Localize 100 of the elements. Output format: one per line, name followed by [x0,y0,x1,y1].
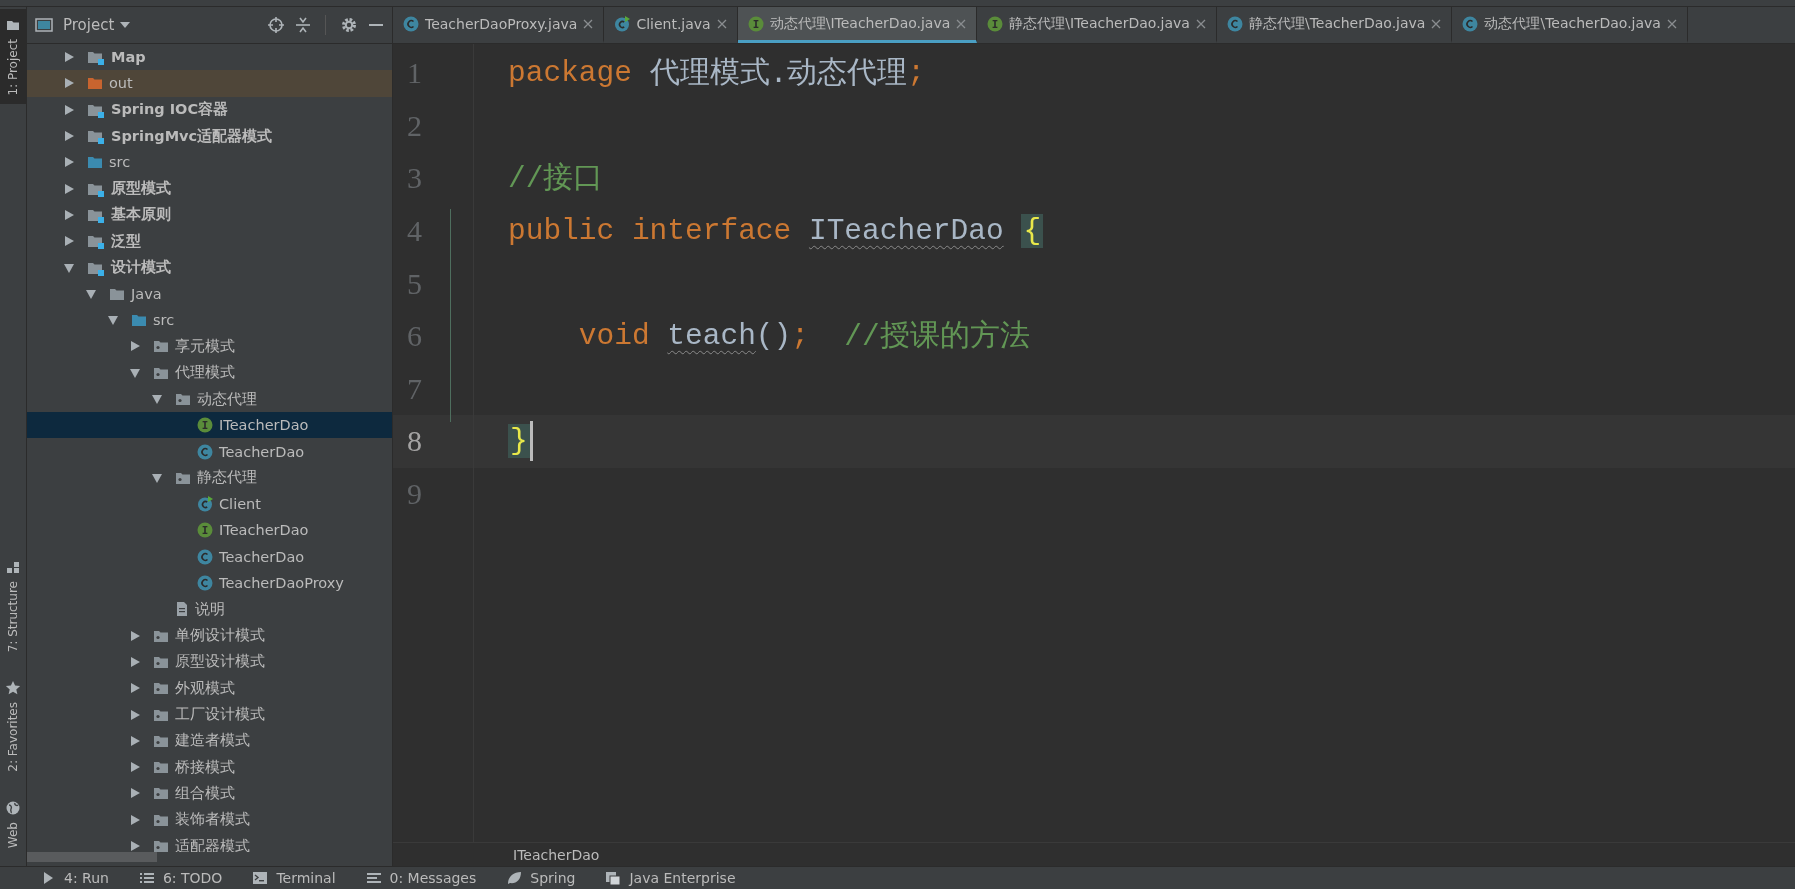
interface-icon [747,15,764,32]
tree-item-label: 外观模式 [175,678,235,698]
editor-tab[interactable]: 动态代理\TeacherDao.java [1452,7,1688,43]
tree-item[interactable]: 建造者模式 [27,727,392,754]
editor-tab[interactable]: TeacherDaoProxy.java [393,7,605,43]
tree-item[interactable]: src [27,306,392,334]
editor-tab[interactable]: Client.java [604,7,738,43]
collapsed-arrow-icon[interactable] [129,629,141,642]
runnable-class-icon [197,496,213,513]
tree-item[interactable]: Spring IOC容器 [27,96,392,123]
horizontal-scrollbar[interactable] [27,852,157,862]
code-brace: { [1021,214,1044,249]
tree-item[interactable]: 基本原则 [27,201,392,229]
tool-window-button[interactable]: Spring [506,870,576,886]
panel-icon [35,17,53,33]
tree-item[interactable]: 工厂设计模式 [27,701,392,728]
expanded-arrow-icon[interactable] [151,393,163,405]
close-icon[interactable] [1431,18,1442,29]
tree-item[interactable]: 泛型 [27,228,392,255]
tree-item[interactable]: SpringMvc适配器模式 [27,122,392,150]
settings-icon[interactable] [340,16,358,34]
tree-item[interactable]: 享元模式 [27,333,392,360]
collapsed-arrow-icon[interactable] [63,130,75,143]
tool-window-tab[interactable]: 1: Project [0,9,26,104]
tree-item[interactable]: 动态代理 [27,385,392,413]
tree-item[interactable]: TeacherDao [27,438,392,465]
tree-item[interactable]: Java [27,280,392,307]
tree-item[interactable]: 适配器模式 [27,832,392,852]
collapsed-arrow-icon[interactable] [129,787,141,800]
collapsed-arrow-icon[interactable] [63,51,75,64]
expanded-arrow-icon[interactable] [63,261,75,274]
tool-window-button[interactable]: 4: Run [40,870,109,886]
expanded-arrow-icon[interactable] [151,471,163,484]
close-icon[interactable] [583,18,594,29]
editor-tab[interactable]: 静态代理\ITeacherDao.java [977,7,1217,43]
close-icon[interactable] [716,18,727,29]
collapsed-arrow-icon[interactable] [63,103,75,116]
tree-item-label: 设计模式 [111,258,171,277]
collapsed-arrow-icon[interactable] [129,840,141,852]
collapsed-arrow-icon[interactable] [129,813,141,826]
collapsed-arrow-icon[interactable] [129,761,141,774]
collapsed-arrow-icon[interactable] [129,734,141,747]
tool-window-button[interactable]: 6: TODO [138,870,223,886]
tree-item[interactable]: 静态代理 [27,464,392,492]
tree-item[interactable]: src [27,149,392,176]
collapsed-arrow-icon[interactable] [63,208,75,221]
collapsed-arrow-icon[interactable] [129,708,141,721]
tool-window-button[interactable]: Terminal [252,870,336,886]
tree-item[interactable]: 说明 [27,596,392,623]
interface-icon [987,15,1004,32]
collapsed-arrow-icon[interactable] [63,156,75,169]
tree-item[interactable]: 设计模式 [27,254,392,281]
tool-window-button[interactable]: Java Enterprise [605,870,736,886]
tree-item[interactable]: 组合模式 [27,780,392,807]
tool-window-tab[interactable]: 2: Favorites [0,672,26,780]
collapsed-arrow-icon[interactable] [129,655,141,668]
collapse-all-icon[interactable] [295,16,311,34]
tree-item-label: 工厂设计模式 [175,705,265,725]
editor-tab[interactable]: 动态代理\ITeacherDao.java [737,7,978,43]
class-icon [403,15,419,32]
tree-item[interactable]: ITeacherDao [27,412,392,439]
collapsed-arrow-icon[interactable] [129,340,141,353]
tree-item[interactable]: 装饰者模式 [27,806,392,833]
dropdown-caret-icon [120,21,131,29]
expanded-arrow-icon[interactable] [85,287,97,300]
tree-item[interactable]: 代理模式 [27,359,392,386]
tree-item[interactable]: Map [27,44,392,71]
tree-item[interactable]: Client [27,491,392,518]
collapsed-arrow-icon[interactable] [63,182,75,195]
tree-item[interactable]: TeacherDao [27,543,392,570]
editor-breadcrumb[interactable]: ITeacherDao [513,846,600,863]
collapsed-arrow-icon[interactable] [63,235,75,248]
tree-item[interactable]: 原型设计模式 [27,648,392,676]
collapsed-arrow-icon[interactable] [129,682,141,695]
tree-item[interactable]: ITeacherDao [27,517,392,544]
close-icon[interactable] [1195,18,1206,29]
tool-window-button[interactable]: 0: Messages [365,870,477,886]
project-view-dropdown[interactable]: Project [63,16,131,34]
tree-item[interactable]: 单例设计模式 [27,622,392,649]
tree-item[interactable]: 桥接模式 [27,754,392,781]
expanded-arrow-icon[interactable] [129,366,141,379]
tree-item[interactable]: 外观模式 [27,675,392,702]
tree-item[interactable]: 原型模式 [27,175,392,202]
expanded-arrow-icon[interactable] [107,314,119,327]
tool-window-tab[interactable]: Web [0,791,26,856]
code-identifier: ITeacherDao [808,214,1004,249]
tree-item[interactable]: out [27,70,392,97]
tree-item[interactable]: TeacherDaoProxy [27,569,392,597]
folder-icon [87,75,103,92]
tree-item-label: Spring IOC容器 [111,100,229,120]
package-icon [153,838,169,852]
tree-item-label: TeacherDaoProxy [219,575,344,592]
tree-item-label: 组合模式 [175,783,235,803]
editor-tab[interactable]: 静态代理\TeacherDao.java [1216,7,1453,43]
crosshair-icon[interactable] [267,16,285,34]
collapsed-arrow-icon[interactable] [63,77,75,90]
close-icon[interactable] [1666,18,1677,29]
package-icon [153,759,169,776]
tool-window-tab[interactable]: 7: Structure [0,550,26,661]
tree-item-label: 装饰者模式 [175,810,250,830]
